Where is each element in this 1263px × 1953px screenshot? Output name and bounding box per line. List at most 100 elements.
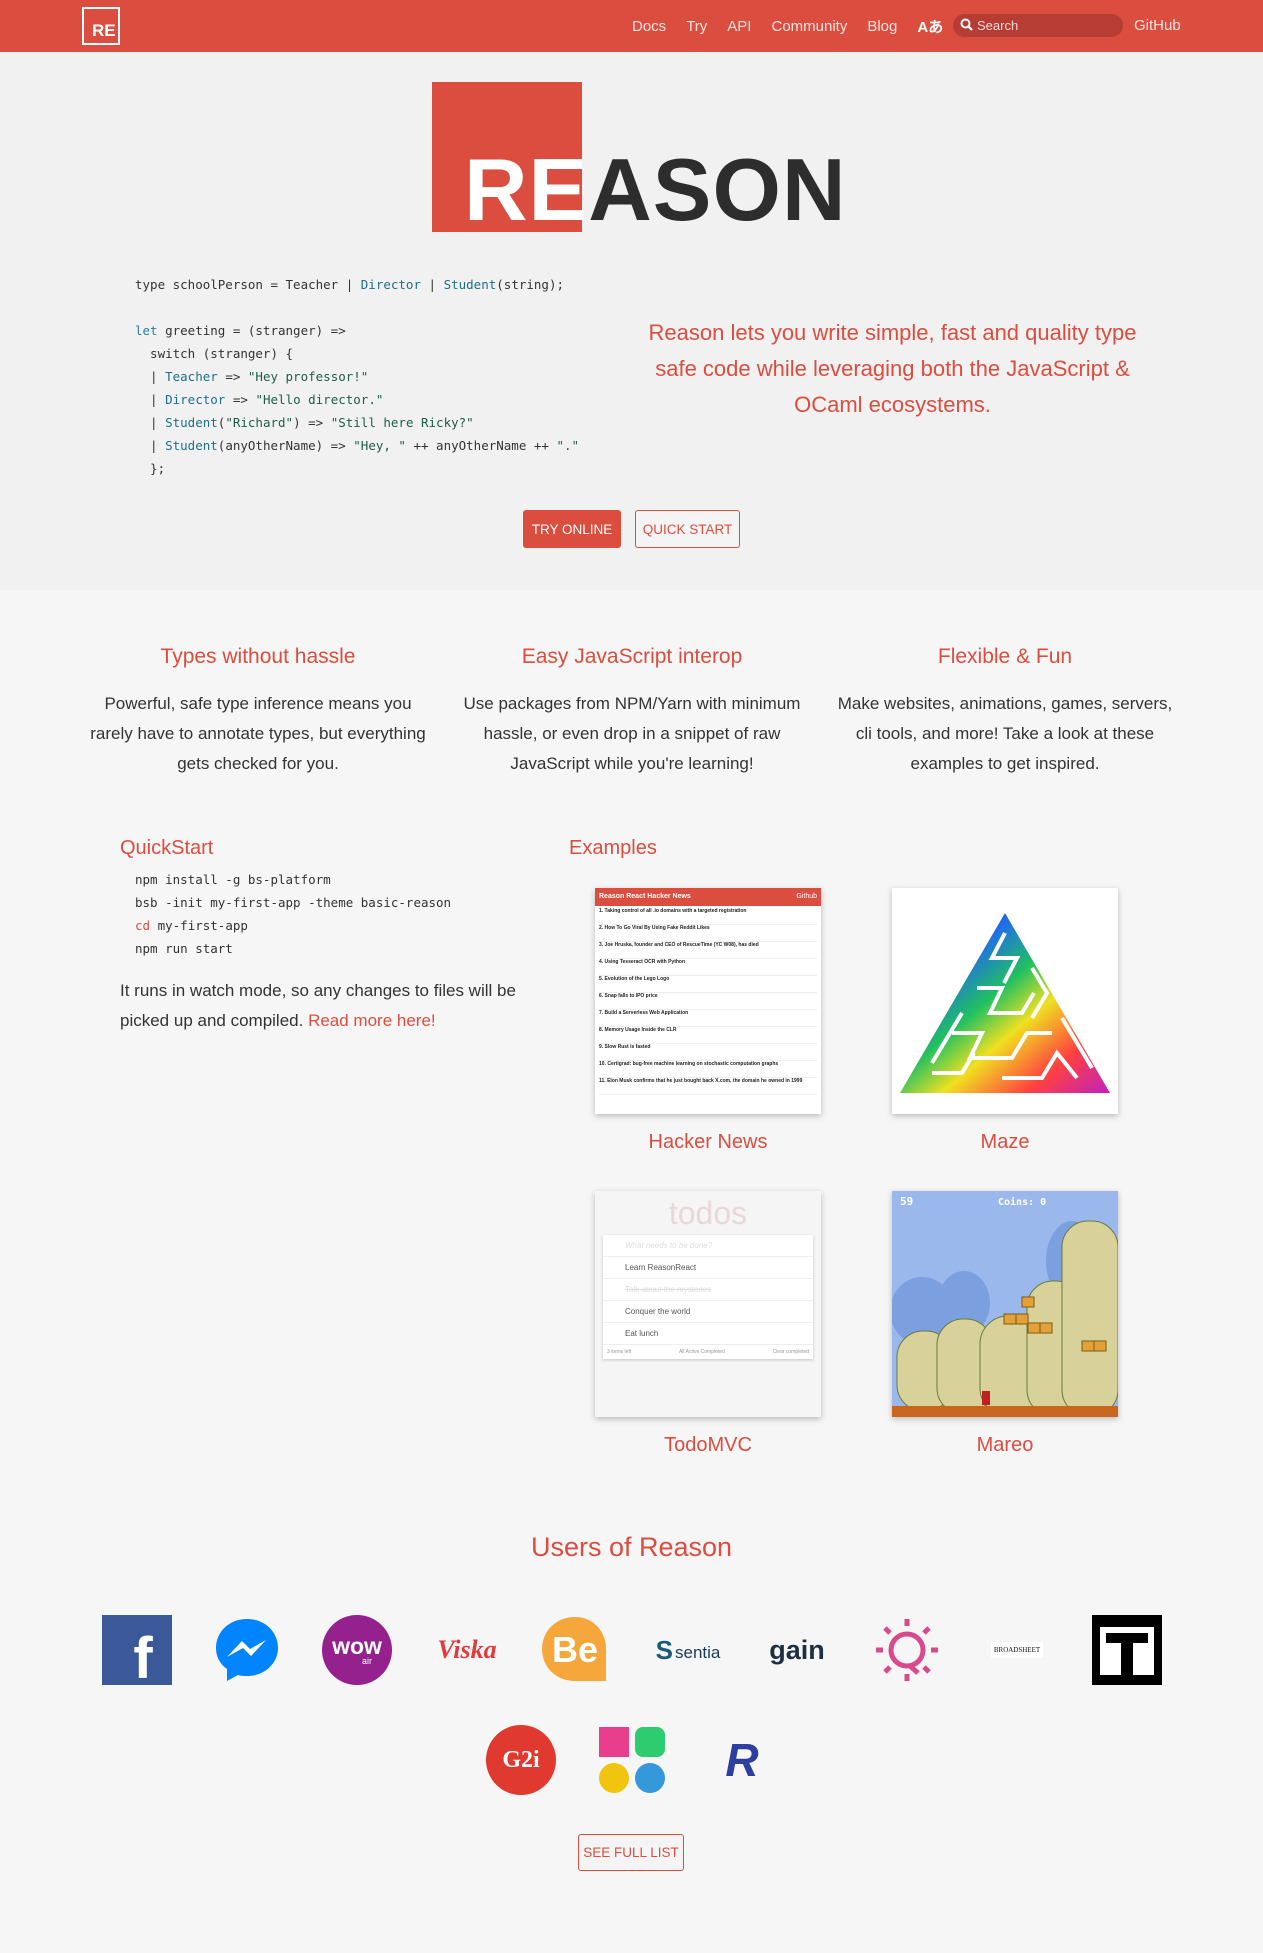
hn-story-title: 3. Joe Hruska, founder and CEO of Rescue… bbox=[599, 942, 759, 948]
qs-line: npm install -g bs-platform bbox=[135, 872, 331, 887]
quickstart-code: npm install -g bs-platform bsb -init my-f… bbox=[135, 868, 451, 960]
hn-story-list: 1. Taking control of all .io domains wit… bbox=[595, 906, 821, 1097]
r-glyph: R bbox=[725, 1734, 759, 1786]
hn-header: Reason React Hacker News Github bbox=[595, 888, 821, 906]
flower-icon[interactable] bbox=[597, 1725, 667, 1795]
todo-footer: 3 items left All Active Completed Clear … bbox=[603, 1345, 813, 1359]
wow-air-icon[interactable]: wow air bbox=[322, 1615, 392, 1685]
viska-icon[interactable]: Viska bbox=[428, 1615, 506, 1685]
todo-item: Talk about the mysteries bbox=[603, 1279, 813, 1301]
feature-interop: Easy JavaScript interop Use packages fro… bbox=[462, 645, 802, 779]
hn-story-title: 5. Evolution of the Lego Logo bbox=[599, 976, 670, 982]
hn-story-title: 10. Certigrad: bug-free machine learning… bbox=[599, 1061, 779, 1067]
hn-story-title: 7. Build a Serverless Web Application bbox=[599, 1010, 689, 1016]
example-label-maze[interactable]: Maze bbox=[892, 1131, 1118, 1154]
viska-text: Viska bbox=[437, 1635, 497, 1664]
hn-story: 8. Memory Usage Inside the CLR bbox=[599, 1027, 817, 1044]
reason-logo: REASON bbox=[464, 140, 847, 240]
feature-title: Easy JavaScript interop bbox=[521, 645, 743, 668]
mareo-score: 59 bbox=[900, 1195, 913, 1208]
users-title: Users of Reason bbox=[530, 1532, 733, 1562]
quickstart-text: It runs in watch mode, so any changes to… bbox=[120, 976, 550, 1036]
sentia-s: S bbox=[655, 1634, 673, 1665]
nav-blog[interactable]: Blog bbox=[867, 18, 897, 35]
logo-ason: ASON bbox=[588, 140, 847, 239]
search-input[interactable] bbox=[977, 14, 1117, 37]
nav-logo-text: RE bbox=[92, 21, 116, 40]
hn-story: 7. Build a Serverless Web Application bbox=[599, 1010, 817, 1027]
hn-story-title: 9. Slow Rust is fasted bbox=[599, 1044, 651, 1050]
g2i-icon[interactable]: G2i bbox=[486, 1725, 556, 1795]
code-sample: type schoolPerson = Teacher | Director |… bbox=[135, 277, 580, 476]
example-hacker-news[interactable]: Reason React Hacker News Github 1. Taking… bbox=[595, 888, 821, 1114]
facebook-icon[interactable]: f bbox=[102, 1615, 172, 1691]
wow-text: wow bbox=[332, 1633, 382, 1659]
mareo-coins: Coins: 0 bbox=[998, 1196, 1046, 1208]
nav-try[interactable]: Try bbox=[686, 18, 707, 35]
todo-filter: Completed bbox=[700, 1349, 725, 1355]
hn-story-title: 4. Using Tesseract OCR with Python bbox=[599, 959, 686, 965]
todo-item-label: Talk about the mysteries bbox=[625, 1285, 712, 1294]
search-box[interactable] bbox=[953, 14, 1123, 37]
todo-item: Conquer the world bbox=[603, 1301, 813, 1323]
todo-list-panel: What needs to be done? Learn ReasonReact… bbox=[603, 1235, 813, 1359]
messenger-icon[interactable] bbox=[212, 1615, 282, 1685]
r-icon[interactable]: R bbox=[707, 1725, 777, 1795]
hn-github: Github bbox=[796, 893, 817, 900]
example-label-mareo[interactable]: Mareo bbox=[892, 1434, 1118, 1457]
feature-types: Types without hassle Powerful, safe type… bbox=[88, 645, 428, 779]
hn-story-title: 2. How To Go Viral By Using Fake Reddit … bbox=[599, 925, 710, 931]
messenger-glyph bbox=[216, 1619, 278, 1681]
qs-line: npm run start bbox=[135, 941, 233, 956]
hn-story: 5. Evolution of the Lego Logo bbox=[599, 976, 817, 993]
example-mareo[interactable]: 59 Coins: 0 bbox=[892, 1191, 1118, 1417]
gain-icon[interactable]: gain bbox=[762, 1615, 832, 1685]
logo-re: RE bbox=[464, 140, 589, 239]
todo-input: What needs to be done? bbox=[603, 1235, 813, 1257]
nav-docs[interactable]: Docs bbox=[632, 18, 666, 35]
example-label-todomvc[interactable]: TodoMVC bbox=[595, 1434, 821, 1457]
todo-title: todos bbox=[668, 1195, 748, 1231]
hn-story-title: 6. Snap falls to IPO price bbox=[599, 993, 658, 999]
search-icon bbox=[960, 18, 973, 31]
example-maze[interactable] bbox=[892, 888, 1118, 1114]
feature-text: Use packages from NPM/Yarn with minimum … bbox=[463, 694, 801, 773]
try-online-button[interactable]: TRY ONLINE bbox=[523, 510, 621, 548]
hn-story: 9. Slow Rust is fasted bbox=[599, 1044, 817, 1061]
feature-title: Types without hassle bbox=[160, 645, 356, 668]
nav-github[interactable]: GitHub bbox=[1134, 17, 1181, 34]
translate-icon[interactable]: Aあ bbox=[917, 16, 943, 37]
see-full-list-button[interactable]: SEE FULL LIST bbox=[578, 1834, 684, 1871]
hn-story: 6. Snap falls to IPO price bbox=[599, 993, 817, 1010]
nav-links: Docs Try API Community Blog Aあ bbox=[632, 0, 963, 52]
qs-line: cd my-first-app bbox=[135, 914, 451, 937]
todo-item-label: Eat lunch bbox=[625, 1329, 659, 1338]
todo-item: Learn ReasonReact bbox=[603, 1257, 813, 1279]
hn-story: 2. How To Go Viral By Using Fake Reddit … bbox=[599, 925, 817, 942]
example-todomvc[interactable]: todos What needs to be done? Learn Reaso… bbox=[595, 1191, 821, 1417]
hn-story-title: 8. Memory Usage Inside the CLR bbox=[599, 1027, 677, 1033]
feature-text: Make websites, animations, games, server… bbox=[837, 694, 1173, 773]
todo-clear: Clear completed bbox=[772, 1349, 809, 1355]
nav-api[interactable]: API bbox=[727, 18, 751, 35]
bell-bubble-icon[interactable] bbox=[872, 1615, 942, 1685]
todo-count: 3 items left bbox=[607, 1349, 632, 1355]
maze-triangle bbox=[900, 913, 1110, 1093]
quick-start-button[interactable]: QUICK START bbox=[635, 510, 740, 548]
t-icon[interactable] bbox=[1092, 1615, 1162, 1685]
sentia-icon[interactable]: Ssentia bbox=[648, 1615, 728, 1685]
cd-keyword: cd bbox=[135, 918, 151, 933]
nav-community[interactable]: Community bbox=[771, 18, 847, 35]
broadsheet-icon[interactable]: BROADSHEET bbox=[982, 1615, 1052, 1685]
facebook-f: f bbox=[133, 1625, 153, 1691]
t-glyph bbox=[1100, 1627, 1154, 1675]
hn-story: 11. Elon Musk confirms that he just boug… bbox=[599, 1078, 817, 1095]
be-text: Be bbox=[551, 1629, 599, 1670]
example-label-hacker-news[interactable]: Hacker News bbox=[595, 1131, 821, 1154]
behance-icon[interactable]: Be bbox=[540, 1615, 610, 1685]
nav-logo[interactable]: RE bbox=[82, 7, 120, 45]
hero-tagline: Reason lets you write simple, fast and q… bbox=[648, 320, 1137, 417]
top-navbar: RE Docs Try API Community Blog Aあ GitHub bbox=[0, 0, 1263, 52]
read-more-link[interactable]: Read more here! bbox=[308, 1011, 436, 1030]
todo-filters: All Active Completed bbox=[679, 1349, 725, 1355]
